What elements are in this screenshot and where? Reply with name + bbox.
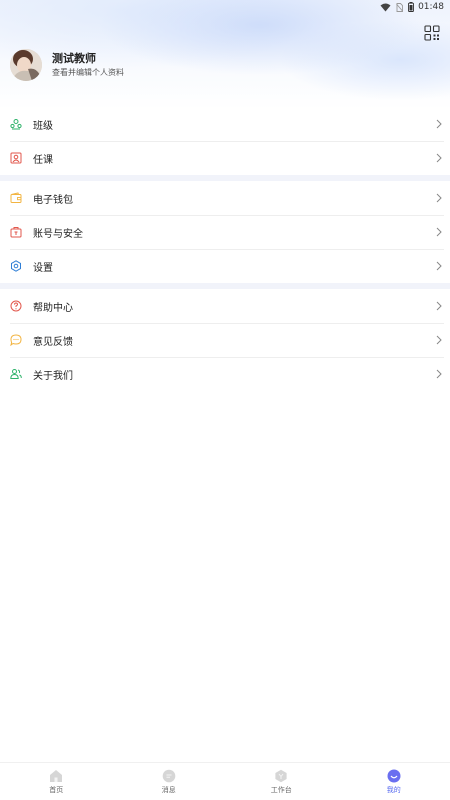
tab-label-messages: 消息 [161,786,176,794]
menu-item-feedback[interactable]: 意见反馈 [0,323,450,357]
menu-group-account: 电子钱包 账号与安全 设置 [0,181,450,283]
qr-code-icon [424,25,440,41]
menu-item-class[interactable]: 班级 [0,107,450,141]
workbench-icon [275,769,287,783]
chevron-right-icon [436,369,442,379]
tab-label-workbench: 工作台 [270,786,292,794]
chevron-right-icon [436,261,442,271]
menu-label-help: 帮助中心 [33,302,73,314]
wifi-icon [380,3,391,12]
chevron-right-icon [436,335,442,345]
tab-label-profile: 我的 [386,786,401,794]
battery-icon [408,2,415,12]
menu-label-settings: 设置 [33,262,53,274]
tab-home[interactable]: 首页 [0,763,113,800]
feedback-icon [10,334,22,346]
status-bar: 01:48 [0,0,450,14]
menu-item-teaching[interactable]: 任课 [0,141,450,175]
settings-menu: 班级 任课 电子钱包 账号与安全 设置 帮助中心 意见反馈 关于我们 [0,107,450,391]
tab-label-home: 首页 [49,786,64,794]
message-icon [162,769,176,783]
menu-item-account-security[interactable]: 账号与安全 [0,215,450,249]
status-time: 01:48 [418,2,444,12]
about-icon [10,368,22,380]
menu-label-teaching: 任课 [33,154,53,166]
chevron-right-icon [436,153,442,163]
menu-label-account-security: 账号与安全 [33,228,83,240]
chevron-right-icon [436,227,442,237]
menu-label-class: 班级 [33,120,53,132]
profile-name: 测试教师 [52,52,96,65]
chevron-right-icon [436,119,442,129]
menu-item-about[interactable]: 关于我们 [0,357,450,391]
menu-group-class: 班级 任课 [0,107,450,175]
help-icon [10,300,22,312]
security-icon [10,226,22,238]
profile-icon [387,769,401,783]
tab-workbench[interactable]: 工作台 [225,763,338,800]
no-sim-icon [396,2,404,12]
menu-group-support: 帮助中心 意见反馈 关于我们 [0,289,450,391]
menu-label-about: 关于我们 [33,370,73,382]
bottom-tab-bar: 首页 消息 工作台 我的 [0,762,450,800]
teacher-icon [10,152,22,164]
wallet-icon [10,192,22,204]
tab-profile[interactable]: 我的 [338,763,450,800]
avatar[interactable] [10,49,42,81]
profile-subtitle: 查看并编辑个人资料 [52,68,124,77]
chevron-right-icon [436,301,442,311]
qr-code-button[interactable] [424,25,440,41]
class-icon [10,118,22,130]
menu-item-wallet[interactable]: 电子钱包 [0,181,450,215]
profile-card[interactable]: 测试教师 查看并编辑个人资料 [10,49,124,81]
gear-icon [10,260,22,272]
home-icon [50,770,63,782]
menu-label-feedback: 意见反馈 [33,336,73,348]
menu-item-settings[interactable]: 设置 [0,249,450,283]
menu-label-wallet: 电子钱包 [33,194,73,206]
menu-item-help[interactable]: 帮助中心 [0,289,450,323]
tab-messages[interactable]: 消息 [113,763,226,800]
chevron-right-icon [436,193,442,203]
